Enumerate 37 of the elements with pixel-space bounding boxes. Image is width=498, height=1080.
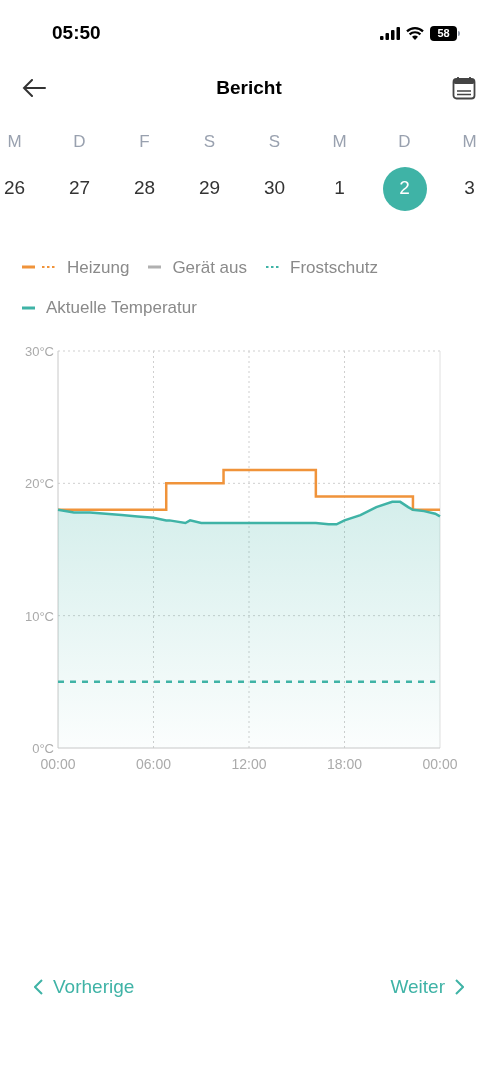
- weekday-label: S: [268, 131, 281, 153]
- weekday-label: F: [139, 131, 150, 153]
- date-button[interactable]: 30: [252, 166, 297, 211]
- wifi-icon: [406, 26, 424, 40]
- legend-label: Heizung: [67, 256, 130, 279]
- weekday-label: D: [73, 131, 86, 153]
- weekday-label: M: [7, 131, 22, 153]
- date-button[interactable]: 3: [447, 166, 492, 211]
- y-tick-label: 30°C: [24, 343, 54, 359]
- chevron-left-icon: [34, 978, 43, 995]
- x-tick-label: 00:00: [40, 755, 76, 772]
- legend-label: Aktuelle Temperatur: [46, 297, 197, 319]
- chevron-right-icon: [455, 978, 464, 995]
- legend-label: Gerät aus: [172, 256, 248, 279]
- back-arrow-icon[interactable]: [22, 79, 46, 97]
- y-tick-label: 20°C: [24, 475, 54, 491]
- signal-icon: [380, 26, 400, 40]
- x-tick-label: 18:00: [327, 755, 362, 772]
- date-button[interactable]: 28: [122, 166, 167, 211]
- calendar-icon[interactable]: [452, 76, 476, 100]
- weekday-label: S: [203, 131, 216, 153]
- weekday-label: M: [332, 131, 347, 153]
- weekday-label: M: [462, 131, 477, 153]
- y-tick-label: 0°C: [32, 740, 54, 756]
- legend-label: Frostschutz: [290, 256, 378, 279]
- page-title: Bericht: [216, 75, 282, 100]
- status-time: 05:50: [52, 20, 101, 45]
- battery-icon: 58: [430, 25, 460, 41]
- weekday-label: D: [398, 131, 411, 153]
- x-tick-label: 12:00: [231, 755, 267, 772]
- date-button[interactable]: 1: [317, 166, 362, 211]
- x-tick-label: 06:00: [136, 755, 171, 772]
- y-tick-label: 10°C: [24, 608, 54, 624]
- date-button[interactable]: 27: [57, 166, 102, 211]
- date-button[interactable]: 26: [0, 166, 37, 211]
- x-tick-label: 00:00: [422, 755, 458, 772]
- date-button[interactable]: 29: [187, 166, 232, 211]
